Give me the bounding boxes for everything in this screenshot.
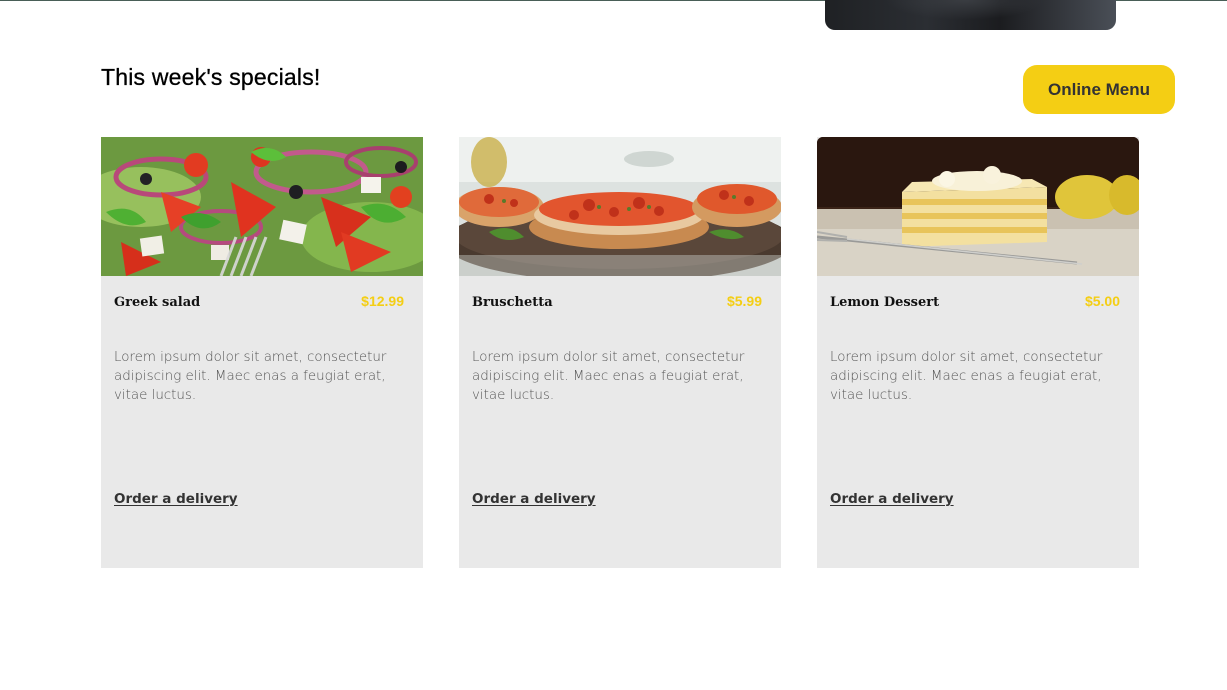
special-name: Greek salad — [114, 295, 201, 310]
bruschetta-photo — [459, 137, 781, 276]
special-description: Lorem ipsum dolor sit amet, consectetur … — [114, 350, 387, 403]
special-card-bruschetta: Bruschetta $5.99 Lorem ipsum dolor sit a… — [459, 137, 781, 568]
order-delivery-link[interactable]: Order a delivery — [472, 491, 596, 507]
special-card-lemon-dessert: Lemon Dessert $5.00 Lorem ipsum dolor si… — [817, 137, 1139, 568]
special-price: $12.99 — [361, 293, 404, 309]
online-menu-button[interactable]: Online Menu — [1023, 65, 1175, 114]
greek-salad-photo — [101, 137, 423, 276]
order-delivery-link[interactable]: Order a delivery — [114, 491, 238, 507]
hero-photo — [825, 0, 1116, 30]
special-description: Lorem ipsum dolor sit amet, consectetur … — [472, 350, 745, 403]
special-name: Bruschetta — [472, 295, 553, 310]
special-name: Lemon Dessert — [830, 295, 940, 310]
specials-title: This week's specials! — [101, 64, 321, 90]
special-description: Lorem ipsum dolor sit amet, consectetur … — [830, 350, 1103, 403]
special-price: $5.99 — [726, 293, 762, 309]
special-card-greek-salad: Greek salad $12.99 Lorem ipsum dolor sit… — [101, 137, 423, 568]
order-delivery-link[interactable]: Order a delivery — [830, 491, 954, 507]
special-price: $5.00 — [1084, 293, 1120, 309]
lemon-dessert-photo — [817, 137, 1139, 276]
